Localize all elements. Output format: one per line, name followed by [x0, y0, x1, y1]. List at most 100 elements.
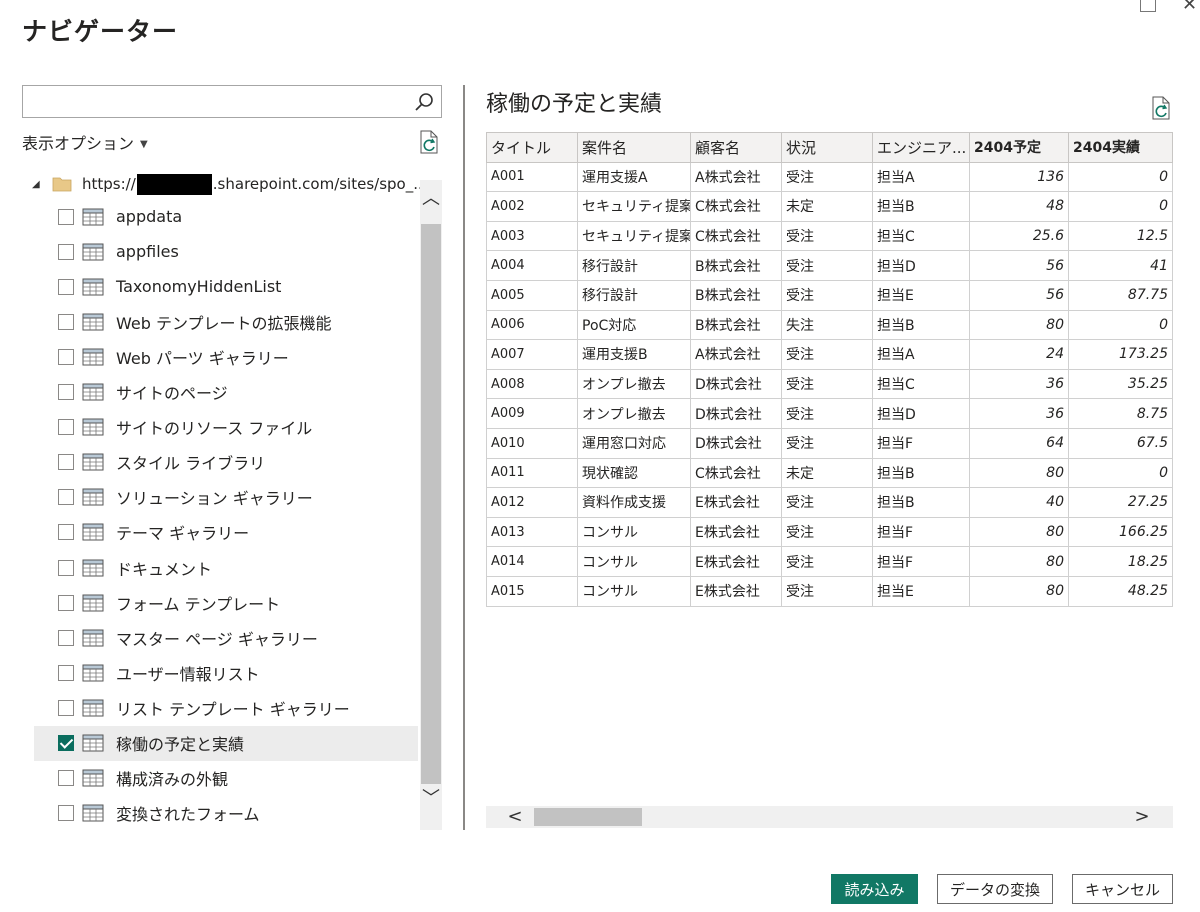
checkbox[interactable] — [58, 735, 74, 751]
refresh-icon[interactable] — [418, 130, 440, 154]
tree-item[interactable]: スタイル ライブラリ — [34, 445, 418, 480]
cancel-button[interactable]: キャンセル — [1072, 874, 1173, 904]
table-cell: 0 — [1068, 191, 1173, 222]
display-options-dropdown[interactable]: 表示オプション ▼ — [22, 130, 148, 154]
table-cell: 受注 — [781, 546, 873, 577]
tree-item[interactable]: サイトのページ — [34, 375, 418, 410]
table-cell: A001 — [486, 161, 578, 193]
checkbox[interactable] — [58, 559, 74, 576]
table-cell: 80 — [969, 457, 1069, 489]
panel-divider — [463, 85, 465, 830]
search-icon[interactable] — [413, 91, 435, 113]
table-cell: 失注 — [781, 309, 873, 341]
tree-item[interactable]: appdata — [34, 199, 418, 234]
column-header[interactable]: 状況 — [781, 132, 873, 163]
table-cell: 36 — [969, 368, 1069, 400]
close-icon[interactable]: ✕ — [1182, 0, 1198, 15]
search-input[interactable] — [23, 86, 403, 117]
table-cell — [1172, 398, 1173, 429]
table-cell: セキュリティ提案 — [577, 191, 691, 222]
tree-item[interactable]: Web テンプレートの拡張機能 — [34, 304, 418, 339]
table-icon — [82, 804, 104, 822]
tree-item[interactable]: 変換されたフォーム — [34, 796, 418, 830]
table-icon — [82, 313, 104, 331]
table-icon — [82, 348, 104, 366]
table-cell: C株式会社 — [690, 457, 782, 489]
restore-window-icon[interactable] — [1140, 0, 1156, 12]
scroll-down-icon[interactable]: ﹀ — [420, 788, 442, 810]
tree-item[interactable]: ユーザー情報リスト — [34, 655, 418, 690]
checkbox[interactable] — [58, 243, 74, 260]
checkbox[interactable] — [58, 489, 74, 506]
table-cell — [1172, 161, 1173, 193]
tree-item[interactable]: 稼働の予定と実績 — [34, 725, 418, 761]
table-icon — [82, 278, 104, 296]
tree-item[interactable]: appfiles — [34, 234, 418, 269]
table-cell: B株式会社 — [690, 309, 782, 341]
checkbox[interactable] — [58, 348, 74, 365]
table-cell: B株式会社 — [690, 279, 782, 311]
table-cell: 35.25 — [1068, 368, 1173, 400]
checkbox[interactable] — [58, 454, 74, 471]
refresh-icon[interactable] — [1150, 96, 1172, 120]
tree-vertical-scrollbar[interactable]: ︿ ﹀ — [420, 180, 442, 830]
table-icon — [82, 523, 104, 541]
tree-item[interactable]: マスター ページ ギャラリー — [34, 620, 418, 655]
column-header[interactable]: エンジニア... — [872, 132, 970, 163]
table-cell: A014 — [486, 546, 578, 577]
table-row: A014 コンサル E株式会社 受注 担当F 80 18.25 — [486, 546, 1173, 577]
tree-item[interactable]: サイトのリソース ファイル — [34, 410, 418, 445]
table-cell: 受注 — [781, 487, 873, 518]
table-cell: D株式会社 — [690, 368, 782, 400]
checkbox[interactable] — [58, 594, 74, 611]
tree-item[interactable]: ドキュメント — [34, 550, 418, 585]
checkbox[interactable] — [58, 805, 74, 822]
transform-data-button[interactable]: データの変換 — [937, 874, 1053, 904]
table-cell: A013 — [486, 516, 578, 548]
scroll-right-icon[interactable]: > — [1131, 806, 1153, 828]
tree-item[interactable]: リスト テンプレート ギャラリー — [34, 690, 418, 725]
table-cell: 受注 — [781, 516, 873, 548]
table-icon — [82, 559, 104, 576]
checkbox[interactable] — [58, 419, 74, 436]
checkbox[interactable] — [58, 699, 74, 716]
column-header[interactable]: 2404予定 — [969, 132, 1069, 163]
site-url-suffix: .sharepoint.com/sites/spo_... — [212, 175, 420, 193]
table-icon — [82, 418, 104, 436]
tree-item[interactable]: Web パーツ ギャラリー — [34, 339, 418, 374]
table-cell: 未定 — [781, 191, 873, 222]
collapse-arrow-icon[interactable]: ◢ — [32, 179, 46, 190]
load-button[interactable]: 読み込み — [831, 874, 918, 904]
checkbox[interactable] — [58, 664, 74, 681]
column-header[interactable]: 案件名 — [577, 132, 691, 163]
site-url-prefix: https:// — [82, 175, 136, 193]
table-cell: 受注 — [781, 250, 873, 281]
table-cell: A003 — [486, 220, 578, 252]
table-row: A009 オンプレ撤去 D株式会社 受注 担当D 36 8.75 — [486, 398, 1173, 429]
tree-item[interactable]: テーマ ギャラリー — [34, 515, 418, 550]
table-cell: 担当B — [872, 191, 970, 222]
scroll-up-icon[interactable]: ︿ — [420, 188, 442, 210]
tree-root-site[interactable]: ◢ https:// .sharepoint.com/sites/spo_... — [32, 172, 420, 196]
tree-item[interactable]: ソリューション ギャラリー — [34, 480, 418, 515]
scroll-left-icon[interactable]: < — [504, 806, 526, 828]
table-cell: オンプレ撤去 — [577, 368, 691, 400]
scrollbar-thumb[interactable] — [534, 808, 642, 826]
checkbox[interactable] — [58, 524, 74, 541]
checkbox[interactable] — [58, 278, 74, 295]
checkbox[interactable] — [58, 629, 74, 646]
tree-item[interactable]: フォーム テンプレート — [34, 585, 418, 620]
column-header[interactable]: タイトル — [486, 132, 578, 163]
column-header[interactable]: 2 — [1172, 132, 1173, 163]
preview-horizontal-scrollbar[interactable]: < > — [486, 806, 1173, 828]
checkbox[interactable] — [58, 770, 74, 787]
tree-item[interactable]: 構成済みの外観 — [34, 761, 418, 796]
column-header[interactable]: 顧客名 — [690, 132, 782, 163]
table-cell: A007 — [486, 339, 578, 370]
column-header[interactable]: 2404実績 — [1068, 132, 1173, 163]
checkbox[interactable] — [58, 384, 74, 400]
scrollbar-thumb[interactable] — [421, 224, 441, 784]
tree-item[interactable]: TaxonomyHiddenList — [34, 269, 418, 304]
checkbox[interactable] — [58, 208, 74, 225]
checkbox[interactable] — [58, 313, 74, 330]
